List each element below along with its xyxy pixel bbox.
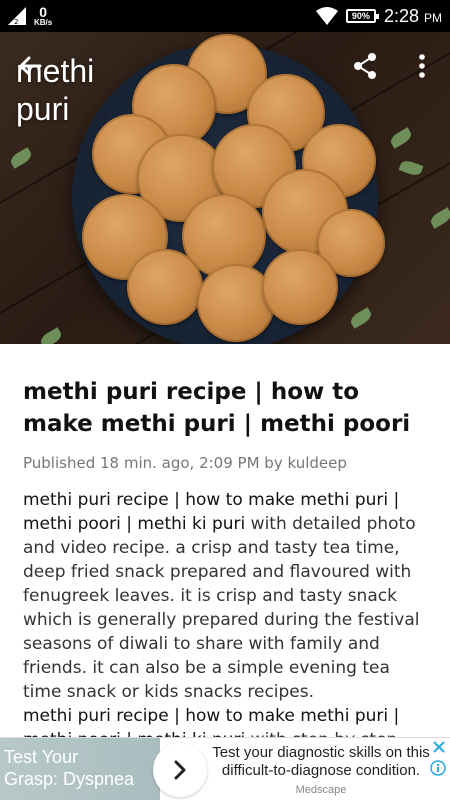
status-right: 90% 2:28 PM [315,6,442,27]
share-icon[interactable] [352,52,378,80]
network-speed-unit: KB/s [34,18,53,27]
ad-left-panel[interactable]: Test Your Grasp: Dyspnea [0,738,160,800]
leaf-decoration [388,127,414,149]
paragraph-text: with detailed photo and video recipe. a … [23,514,420,702]
puri [127,249,203,325]
article-paragraph: methi puri recipe | how to make methi pu… [23,488,433,704]
article-meta: Published 18 min. ago, 2:09 PM by kuldee… [23,454,347,472]
ad-text[interactable]: Test your diagnostic skills on this diff… [208,744,434,799]
clock: 2:28 PM [384,6,442,27]
battery-indicator: 90% [345,9,379,23]
puri [262,249,338,325]
ad-banner[interactable]: Test Your Grasp: Dyspnea Test your diagn… [0,737,450,800]
hero-image: methi puri [0,32,450,344]
leaf-decoration [8,147,34,169]
info-icon[interactable] [430,760,446,776]
leaf-decoration [428,207,450,229]
network-speed: 0 KB/s [34,5,52,27]
svg-text:2: 2 [14,18,18,25]
leaf-decoration [398,158,424,178]
ad-left-line1: Test Your [4,747,79,767]
ad-left-line2: Grasp: Dyspnea [4,769,135,789]
leaf-decoration [348,307,374,329]
status-left: 2 0 KB/s [8,5,52,27]
article: methi puri recipe | how to make methi pu… [23,376,433,752]
ad-source: Medscape [295,784,347,796]
ad-arrow-button[interactable] [153,743,207,797]
leaf-decoration [38,327,64,344]
network-speed-value: 0 [39,4,48,20]
signal-icon: 2 [8,7,26,25]
clock-time: 2:28 [383,5,419,26]
hero-title-line2: puri [16,91,70,127]
back-icon[interactable] [16,52,44,80]
more-icon[interactable] [412,52,432,80]
ad-headline: Test your diagnostic skills on this diff… [212,744,430,779]
close-icon[interactable] [432,740,446,754]
wifi-icon [315,7,338,25]
chevron-right-icon [174,760,186,780]
clock-ampm: PM [424,10,442,25]
battery-level: 90% [351,11,370,21]
status-bar: 2 0 KB/s 90% 2:28 PM [0,0,450,32]
article-headline: methi puri recipe | how to make methi pu… [23,379,411,437]
